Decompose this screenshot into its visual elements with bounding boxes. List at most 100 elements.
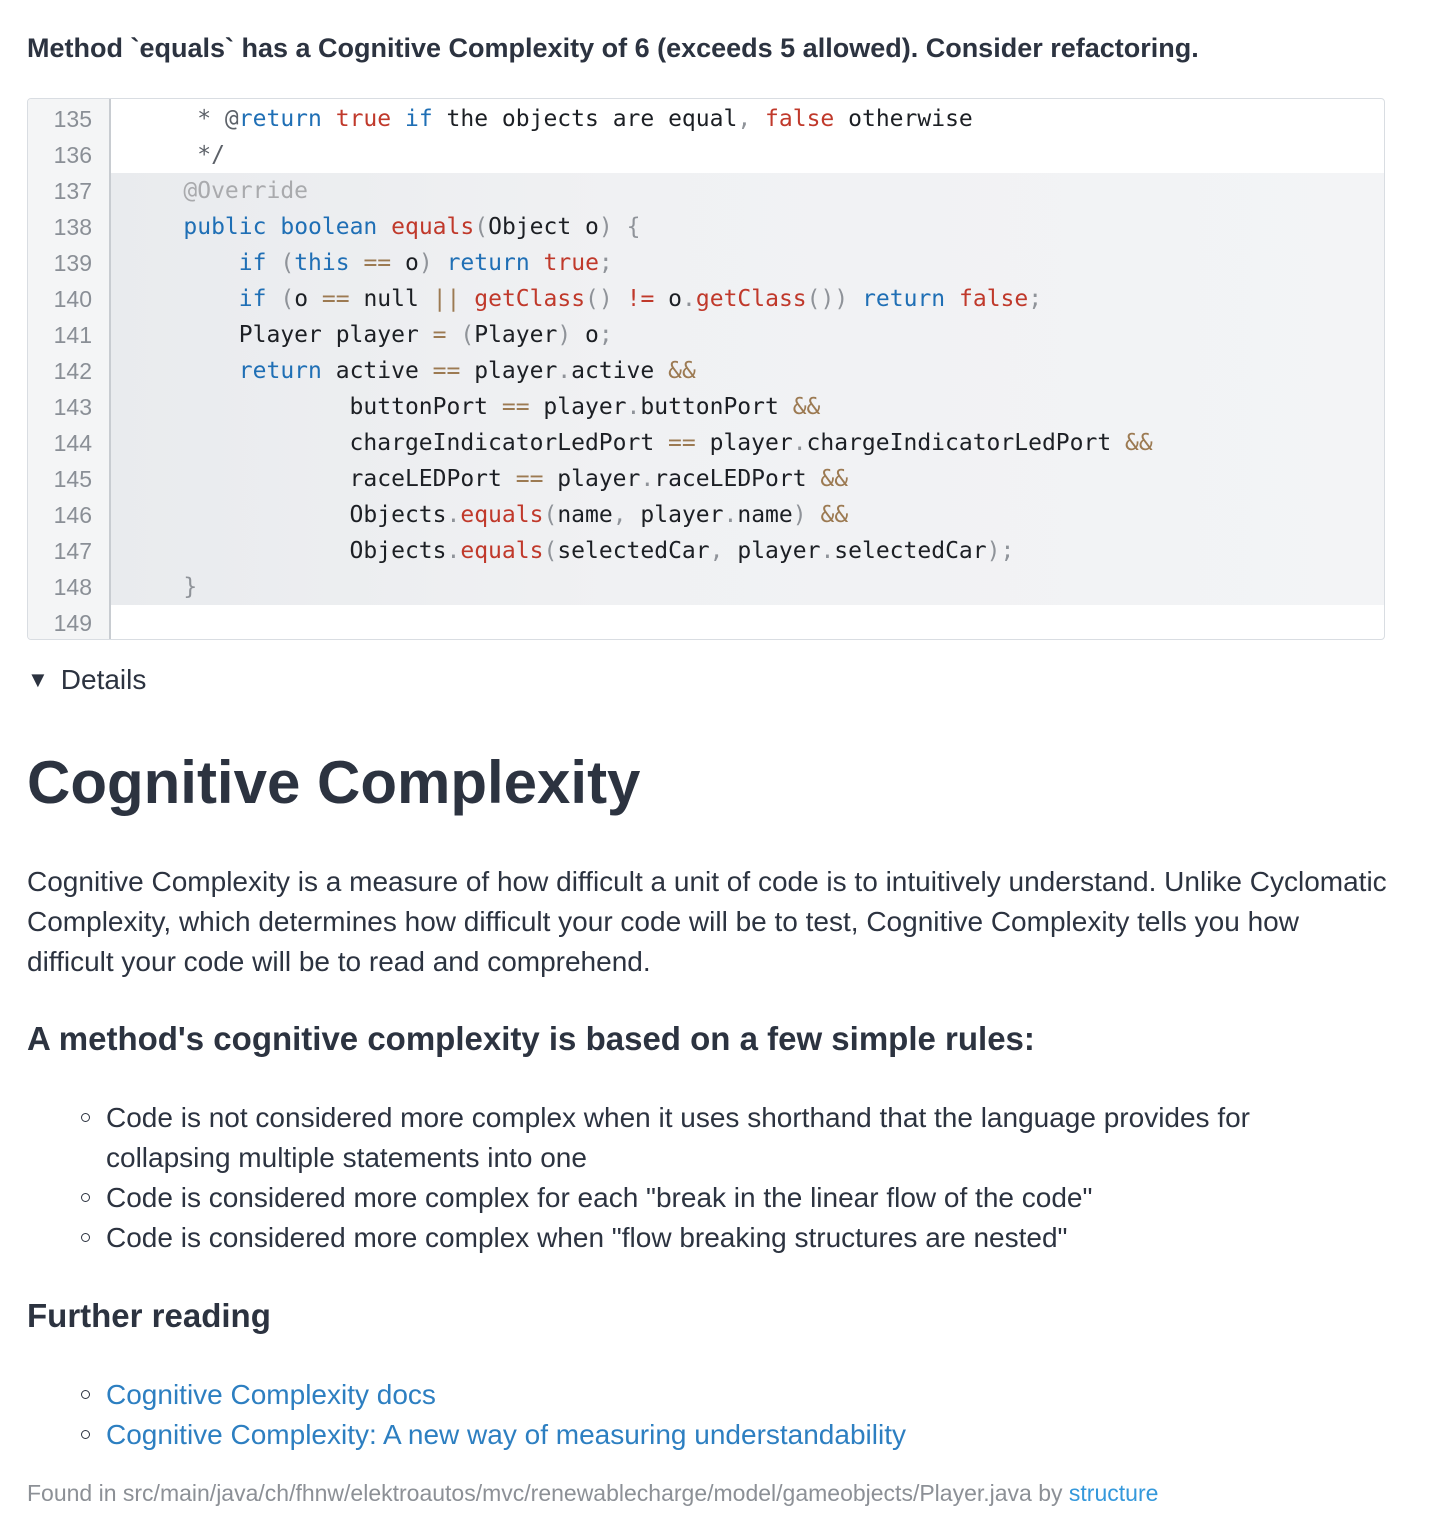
line-number: 141 [53,322,92,348]
code-token: return [862,286,946,312]
code-text: chargeIndicatorLedPort == player.chargeI… [128,425,1153,461]
bullet-icon [81,1390,90,1399]
rule-text: Code is not considered more complex when… [106,1102,1251,1173]
details-toggle[interactable]: ▼ Details [27,664,146,696]
code-token: ; [598,250,613,276]
code-token: Object o [488,214,599,240]
list-item: Cognitive Complexity: A new way of measu… [27,1415,1357,1455]
line-number: 149 [53,610,92,636]
code-token: && [820,502,849,528]
line-number: 137 [53,178,92,204]
code-token: return [238,358,322,384]
code-text: return active == player.active && [128,353,696,389]
line-number: 147 [53,538,92,564]
code-token: return [446,250,530,276]
code-token: ; [598,322,613,348]
code-token: . [446,502,461,528]
line-number: 140 [53,286,92,312]
code-token: ()) [806,286,849,312]
code-line: 146 Objects.equals(name, player.name) && [28,497,1384,533]
bullet-icon [81,1113,90,1122]
code-token: this [294,250,350,276]
code-token: o [654,286,683,312]
code-token: || [432,286,461,312]
code-token: && [1125,430,1153,456]
code-line: 136 */ [28,137,1384,173]
found-in-path: Found in src/main/java/ch/fhnw/elektroau… [27,1480,1063,1506]
code-token: buttonPort [128,394,502,420]
code-text: Objects.equals(selectedCar, player.selec… [128,533,1015,569]
code-token: equals [391,214,475,240]
code-token: ; [1028,286,1043,312]
rule-text: Code is considered more complex for each… [106,1182,1093,1213]
code-token: chargeIndicatorLedPort [806,430,1126,456]
bullet-icon [81,1193,90,1202]
code-token: buttonPort [640,394,793,420]
list-item: Code is considered more complex for each… [27,1178,1357,1218]
code-line: 138 public boolean equals(Object o) { [28,209,1384,245]
code-text: raceLEDPort == player.raceLEDPort && [128,461,849,497]
code-line: 145 raceLEDPort == player.raceLEDPort && [28,461,1384,497]
bullet-icon [81,1233,90,1242]
code-token: boolean [280,214,378,240]
code-token: player [723,538,821,564]
code-token: if [238,250,267,276]
code-token: ( [460,322,475,348]
code-text: * @return true if the objects are equal,… [128,101,973,137]
doc-intro: Cognitive Complexity is a measure of how… [27,866,1387,977]
code-token: . [723,502,738,528]
rules-heading: A method's cognitive complexity is based… [27,1020,1035,1057]
code-token: selectedCar [557,538,710,564]
engine-link[interactable]: structure [1069,1480,1158,1506]
code-token: ( [543,538,558,564]
code-token: . [446,538,461,564]
code-line: 141 Player player = (Player) o; [28,317,1384,353]
code-text: @Override [128,173,308,209]
code-line: 144 chargeIndicatorLedPort == player.cha… [28,425,1384,461]
code-text: public boolean equals(Object o) { [128,209,640,245]
code-token: == [501,394,530,420]
code-token: == [321,286,350,312]
link-cognitive-complexity-docs[interactable]: Cognitive Complexity docs [106,1379,436,1410]
line-number: 145 [53,466,92,492]
code-token: ); [986,538,1015,564]
code-token: public [183,214,267,240]
code-token: raceLEDPort [654,466,821,492]
code-token: && [668,358,696,384]
code-token: false [959,286,1029,312]
doc-heading: Cognitive Complexity [27,749,641,816]
code-token: == [515,466,544,492]
code-text: */ [128,137,225,173]
code-token: , [612,502,627,528]
code-line: 139 if (this == o) return true; [28,245,1384,281]
code-token: o [391,250,419,276]
code-token: . [682,286,696,312]
code-token: player [529,394,627,420]
code-text: buttonPort == player.buttonPort && [128,389,821,425]
details-label: Details [60,664,147,695]
code-token: . [626,394,641,420]
code-token: () [585,286,613,312]
code-token: ) [598,214,613,240]
line-number: 138 [53,214,92,240]
code-token: equals [460,538,544,564]
code-line: 135 * @return true if the objects are eq… [28,101,1384,137]
code-token: == [432,358,461,384]
code-token: ) [557,322,572,348]
link-cognitive-complexity-paper[interactable]: Cognitive Complexity: A new way of measu… [106,1419,906,1450]
code-token: active [321,358,433,384]
code-text: if (o == null || getClass() != o.getClas… [128,281,1042,317]
code-line: 137 @Override [28,173,1384,209]
code-token: otherwise [834,106,973,132]
line-number: 136 [53,142,92,168]
code-token: ( [280,286,295,312]
